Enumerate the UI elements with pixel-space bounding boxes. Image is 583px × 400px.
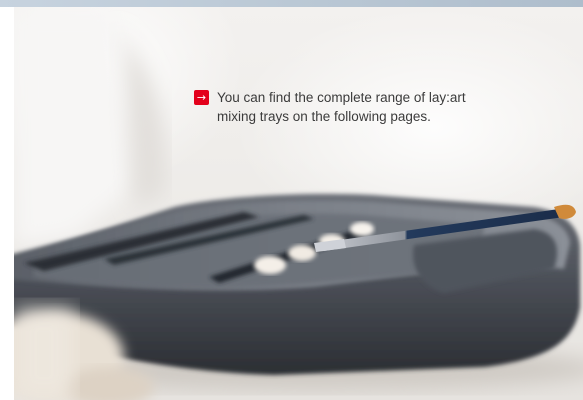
page: → You can find the complete range of lay… [0,0,583,400]
callout-line-2: mixing trays on the following pages. [217,109,431,124]
right-arrow-icon[interactable]: → [194,90,209,105]
callout-text: You can find the complete range of lay:a… [217,88,562,126]
callout: → You can find the complete range of lay… [194,88,564,126]
callout-line-1: You can find the complete range of lay:a… [217,90,466,105]
product-photo [14,7,583,400]
top-strip [0,0,583,7]
